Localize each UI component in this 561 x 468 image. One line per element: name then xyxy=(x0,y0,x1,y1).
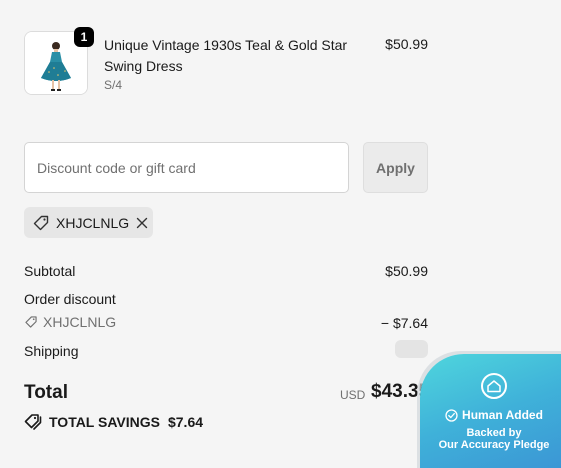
badge-subtitle: Backed by Our Accuracy Pledge xyxy=(424,427,561,451)
discount-value: − $7.64 xyxy=(380,315,428,331)
product-title: Unique Vintage 1930s Teal & Gold Star Sw… xyxy=(104,37,348,74)
applied-discount-tag: XHJCLNLG xyxy=(24,207,153,238)
total-savings-label: TOTAL SAVINGS xyxy=(49,413,160,430)
quantity-badge: 1 xyxy=(74,27,94,47)
apply-button[interactable]: Apply xyxy=(363,142,428,193)
discount-code-input[interactable] xyxy=(24,142,349,193)
badge-line-2: Our Accuracy Pledge xyxy=(438,439,550,451)
badge-title-row: Human Added xyxy=(438,408,550,422)
subtotal-value: $50.99 xyxy=(385,263,428,279)
product-price: $50.99 xyxy=(385,36,428,52)
subtotal-label: Subtotal xyxy=(24,263,76,279)
house-icon xyxy=(481,373,507,399)
tag-icon xyxy=(24,315,38,329)
close-icon xyxy=(136,217,148,228)
order-discount-label: Order discount xyxy=(24,291,116,307)
accuracy-pledge-badge[interactable]: Human Added Backed by Our Accuracy Pledg… xyxy=(420,354,561,468)
tags-icon xyxy=(24,413,43,430)
discount-code-label: XHJCLNLG xyxy=(43,314,117,330)
total-savings-value: $7.64 xyxy=(167,413,204,430)
discount-code-row: XHJCLNLG xyxy=(24,314,116,330)
shipping-label: Shipping xyxy=(24,343,79,359)
total-savings-row: TOTAL SAVINGS $7.64 xyxy=(24,413,203,430)
tag-icon xyxy=(32,214,50,232)
remove-discount-button[interactable] xyxy=(135,216,149,230)
total-label: Total xyxy=(24,382,68,403)
badge-line-1: Backed by xyxy=(466,427,522,439)
check-circle-icon xyxy=(445,408,458,422)
badge-title: Human Added xyxy=(462,408,543,422)
applied-code-label: XHJCLNLG xyxy=(56,214,130,231)
total-currency: USD xyxy=(340,388,366,402)
product-variant: S/4 xyxy=(104,78,123,92)
shipping-loading-placeholder xyxy=(395,340,428,358)
